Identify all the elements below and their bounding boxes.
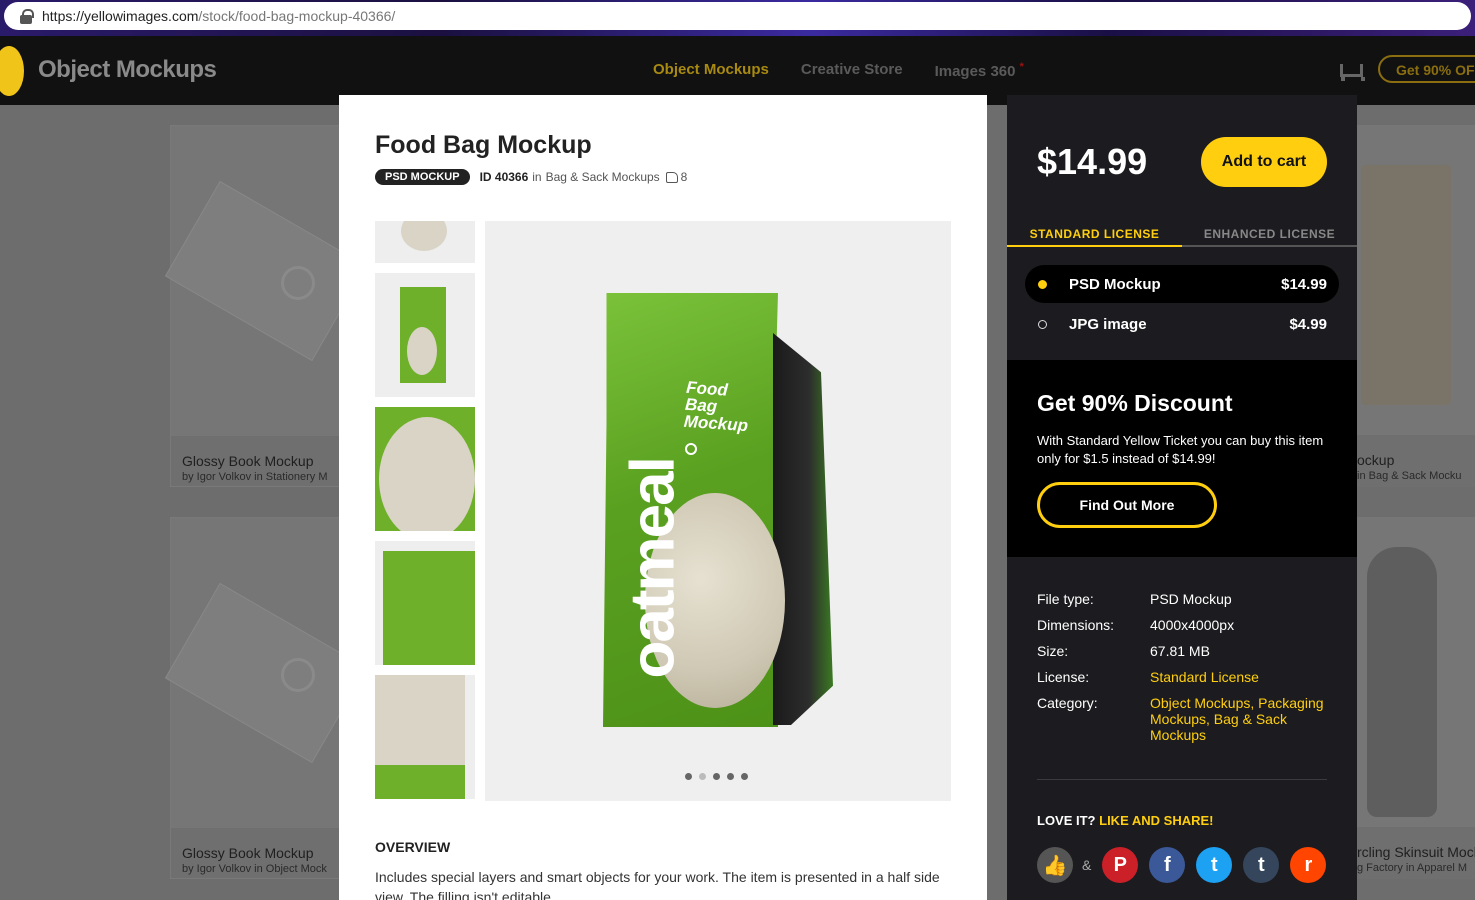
- nav-object-mockups[interactable]: Object Mockups: [653, 61, 769, 80]
- card-image: [164, 518, 368, 828]
- main-nav: Object Mockups Creative Store Images 360…: [653, 61, 1024, 80]
- nav-creative-store[interactable]: Creative Store: [801, 61, 903, 80]
- product-meta: PSD MOCKUP ID 40366 in Bag & Sack Mockup…: [375, 169, 687, 185]
- find-out-more-button[interactable]: Find Out More: [1037, 482, 1217, 528]
- thumbnail[interactable]: [375, 273, 475, 397]
- purchase-panel: $14.99 Add to cart STANDARD LICENSE ENHA…: [1007, 95, 1357, 900]
- pinterest-icon[interactable]: P: [1102, 847, 1139, 883]
- card-title: Glossy Book Mockup: [182, 453, 314, 469]
- url-text[interactable]: https://yellowimages.com/stock/food-bag-…: [42, 8, 395, 24]
- dimensions-value: 4000x4000px: [1150, 617, 1235, 633]
- price: $14.99: [1037, 141, 1148, 182]
- carousel-dot[interactable]: [713, 773, 720, 780]
- product-id: ID 40366: [479, 170, 529, 184]
- watermark-icon: [281, 266, 315, 300]
- category-link[interactable]: Bag & Sack Mockups: [546, 170, 660, 184]
- license-link[interactable]: Standard License: [1150, 669, 1337, 685]
- card-subtitle: in Bag & Sack Mocku: [1357, 470, 1462, 482]
- file-details: File type: PSD Mockup Dimensions: 4000x400…: [1037, 591, 1337, 753]
- thumbnail[interactable]: [375, 675, 475, 799]
- nav-images-360[interactable]: Images 360 *: [935, 61, 1024, 80]
- discount-heading: Get 90% Discount: [1037, 390, 1233, 416]
- like-icon[interactable]: 👍: [1037, 847, 1073, 883]
- card-image: [164, 126, 368, 436]
- overview-text: Includes special layers and smart object…: [375, 869, 940, 900]
- card-subtitle: g Factory in Apparel M: [1357, 862, 1468, 874]
- divider: [1037, 779, 1327, 780]
- file-type-value: PSD Mockup: [1150, 591, 1232, 607]
- radio-unselected[interactable]: [1038, 319, 1047, 329]
- thumbnail[interactable]: [375, 221, 475, 263]
- background-card: ockup in Bag & Sack Mocku: [1357, 125, 1475, 487]
- tumblr-icon[interactable]: t: [1243, 847, 1280, 883]
- food-bag-illustration: oatmeal Food Bag Mockup: [603, 293, 833, 727]
- background-card: rcling Skinsuit Mock g Factory in Appare…: [1357, 517, 1475, 879]
- browser-address-bar: https://yellowimages.com/stock/food-bag-…: [0, 0, 1475, 36]
- card-subtitle: by Igor Volkov in Stationery M: [182, 471, 328, 483]
- carousel-dot[interactable]: [727, 773, 734, 780]
- category-links[interactable]: Object Mockups, Packaging Mockups, Bag &…: [1150, 695, 1337, 743]
- lock-icon: [18, 7, 36, 25]
- cart-icon[interactable]: [1338, 60, 1365, 82]
- type-badge[interactable]: PSD MOCKUP: [375, 169, 470, 185]
- thumbnail[interactable]: [375, 407, 475, 531]
- background-card: Glossy Book Mockup by Igor Volkov in Sta…: [164, 125, 368, 487]
- product-modal: Food Bag Mockup PSD MOCKUP ID 40366 in B…: [339, 95, 987, 900]
- card-subtitle: by Igor Volkov in Object Mock: [182, 863, 327, 875]
- radio-selected[interactable]: [1038, 279, 1047, 289]
- like-count: 8: [680, 170, 688, 184]
- yellow-images-logo[interactable]: [0, 46, 24, 96]
- bag-logo-icon: [685, 443, 697, 455]
- overview-heading: OVERVIEW: [375, 839, 451, 855]
- watermark-icon: [281, 658, 315, 692]
- like-icon[interactable]: [665, 171, 678, 183]
- background-card: Glossy Book Mockup by Igor Volkov in Obj…: [164, 517, 368, 879]
- share-heading: LOVE IT? LIKE AND SHARE!: [1037, 813, 1214, 828]
- product-title: Food Bag Mockup: [375, 131, 592, 159]
- brand-title[interactable]: Object Mockups: [38, 56, 217, 84]
- bag-brand-text: Food Bag Mockup: [683, 377, 749, 436]
- add-to-cart-button[interactable]: Add to cart: [1201, 137, 1327, 187]
- carousel-dot[interactable]: [741, 773, 748, 780]
- discount-text: With Standard Yellow Ticket you can buy …: [1037, 433, 1324, 466]
- main-product-image[interactable]: oatmeal Food Bag Mockup: [485, 221, 951, 801]
- facebook-icon[interactable]: f: [1149, 847, 1186, 883]
- tab-standard-license[interactable]: STANDARD LICENSE: [1007, 225, 1182, 247]
- size-value: 67.81 MB: [1150, 643, 1210, 659]
- twitter-icon[interactable]: t: [1196, 847, 1233, 883]
- carousel-dot[interactable]: [685, 773, 692, 780]
- reddit-icon[interactable]: r: [1290, 847, 1327, 883]
- card-title: Glossy Book Mockup: [182, 845, 314, 861]
- card-title: rcling Skinsuit Mock: [1357, 844, 1475, 860]
- discount-box: Get 90% Discount With Standard Yellow Ti…: [1007, 360, 1357, 557]
- carousel-dot[interactable]: [699, 773, 706, 780]
- url-field[interactable]: https://yellowimages.com/stock/food-bag-…: [4, 2, 1471, 30]
- promo-button[interactable]: Get 90% OF: [1378, 55, 1475, 83]
- in-label: in: [532, 170, 542, 184]
- option-psd-mockup[interactable]: PSD Mockup $14.99: [1025, 265, 1339, 303]
- tab-enhanced-license[interactable]: ENHANCED LICENSE: [1182, 225, 1357, 247]
- card-title: ockup: [1357, 452, 1395, 468]
- social-share-buttons: 👍 & P f t t r: [1037, 847, 1337, 883]
- bag-word: oatmeal: [618, 458, 688, 679]
- license-tabs: STANDARD LICENSE ENHANCED LICENSE: [1007, 225, 1357, 247]
- carousel-dots: [685, 773, 748, 780]
- thumbnail[interactable]: [375, 541, 475, 665]
- option-jpg-image[interactable]: JPG image $4.99: [1025, 305, 1339, 343]
